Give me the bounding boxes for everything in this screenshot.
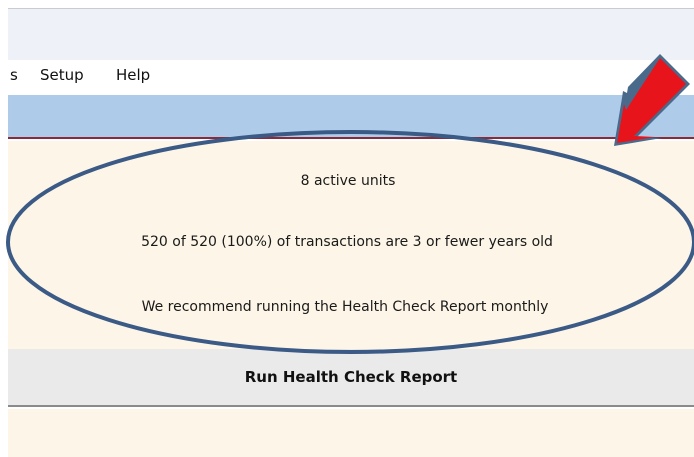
menu-item-help[interactable]: Help: [116, 66, 150, 84]
lower-panel: [8, 409, 694, 457]
run-health-check-button[interactable]: Run Health Check Report: [8, 349, 694, 407]
active-units-text: 8 active units: [300, 173, 396, 189]
menu-item-partial[interactable]: s: [10, 66, 18, 84]
transactions-age-text: 520 of 520 (100%) of transactions are 3 …: [141, 234, 553, 250]
health-summary-panel: 8 active units 520 of 520 (100%) of tran…: [8, 141, 694, 349]
section-header-band: [8, 95, 694, 139]
recommendation-text: We recommend running the Health Check Re…: [141, 299, 549, 315]
menu-item-setup[interactable]: Setup: [40, 66, 84, 84]
menu-bar: s Setup Help: [8, 60, 694, 90]
window-titlebar: [8, 8, 694, 60]
